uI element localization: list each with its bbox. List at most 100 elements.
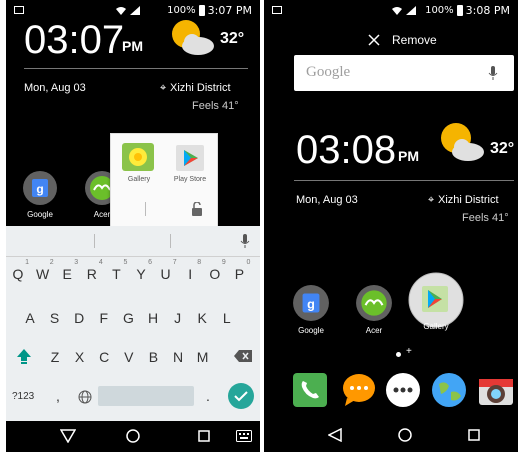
popup-label: Gallery — [127, 176, 151, 183]
key-e[interactable]: E3 — [59, 259, 79, 282]
backspace-key-icon[interactable] — [234, 350, 252, 362]
popup-item-gallery[interactable]: Gallery — [121, 142, 157, 192]
widget-location: Xizhi District — [170, 82, 231, 94]
page-dot-active — [396, 352, 401, 357]
navigation-bar — [264, 418, 518, 452]
key-hint: 8 — [197, 259, 202, 266]
key-k[interactable]: K — [194, 310, 210, 326]
app-google[interactable]: g Google — [292, 284, 330, 336]
key-w[interactable]: W2 — [35, 259, 54, 282]
clock-time: 03:07 — [24, 18, 125, 62]
battery-icon — [456, 5, 463, 16]
sun-cloud-icon — [172, 20, 214, 55]
key-hint: 7 — [172, 259, 177, 266]
page-indicator: + — [388, 346, 428, 360]
close-icon — [368, 34, 380, 46]
key-hint: 2 — [49, 259, 54, 266]
comma-key[interactable]: , — [56, 388, 60, 404]
key-g[interactable]: G — [120, 310, 136, 326]
key-o[interactable]: O9 — [207, 259, 225, 282]
app-acer[interactable]: Acer — [355, 284, 393, 336]
navigation-bar — [6, 422, 260, 452]
clock-weather-widget[interactable]: 03:07 PM 32° Mon, Aug 03 ⌖ Xizhi Distric… — [24, 18, 254, 118]
phone-icon[interactable] — [292, 372, 328, 408]
key-r[interactable]: R4 — [84, 259, 103, 282]
app-popup: Gallery Play Store — [110, 133, 218, 228]
signal-icon — [406, 6, 417, 15]
key-n[interactable]: N — [170, 349, 186, 365]
phone-screen-left: 100% 3:07 PM 03:07 PM 32° Mon, Aug 03 ⌖ … — [6, 0, 260, 452]
key-y[interactable]: Y6 — [133, 259, 152, 282]
key-d[interactable]: D — [71, 310, 87, 326]
key-q[interactable]: Q1 — [10, 259, 29, 282]
back-icon[interactable] — [328, 428, 342, 442]
back-icon[interactable] — [60, 429, 76, 443]
recents-icon[interactable] — [198, 430, 210, 442]
battery-icon — [198, 5, 205, 16]
clock-weather-widget[interactable]: 03:08 PM 32° Mon, Aug 03 ⌖ Xizhi Distric… — [294, 118, 514, 228]
spacebar[interactable] — [98, 386, 194, 406]
popup-item-play-store[interactable]: Play Store — [169, 142, 211, 192]
period-key[interactable]: . — [206, 388, 210, 404]
key-v[interactable]: V — [121, 349, 137, 365]
home-icon[interactable] — [126, 429, 140, 443]
enter-key-icon[interactable] — [228, 383, 254, 409]
key-hint: 9 — [221, 259, 226, 266]
recents-icon[interactable] — [468, 429, 480, 441]
browser-icon[interactable] — [431, 372, 467, 408]
key-a[interactable]: A — [22, 310, 38, 326]
key-l[interactable]: L — [219, 310, 235, 326]
app-google[interactable]: g Google — [22, 170, 58, 222]
key-z[interactable]: Z — [47, 349, 63, 365]
popup-label: Play Store — [173, 176, 207, 183]
globe-key-icon[interactable] — [78, 390, 92, 404]
key-m[interactable]: M — [195, 349, 211, 365]
key-s[interactable]: S — [47, 310, 63, 326]
app-drawer-icon[interactable] — [385, 372, 421, 408]
gallery-icon — [122, 143, 154, 171]
key-hint: 3 — [74, 259, 79, 266]
app-gallery-dragging[interactable]: Gallery — [408, 272, 464, 336]
search-placeholder: Google — [306, 64, 351, 80]
temperature: 32° — [490, 140, 515, 157]
symbols-key[interactable]: ?123 — [12, 391, 34, 402]
home-icon[interactable] — [398, 428, 412, 442]
app-label: Google — [27, 210, 53, 219]
widget-divider — [294, 180, 514, 181]
key-x[interactable]: X — [72, 349, 88, 365]
keyboard-switch-icon[interactable] — [236, 430, 252, 442]
key-t[interactable]: T5 — [108, 259, 127, 282]
camera-icon[interactable] — [478, 372, 514, 408]
key-u[interactable]: U7 — [158, 259, 177, 282]
lock-open-icon[interactable] — [191, 202, 203, 216]
google-app-icon: g — [293, 285, 329, 321]
key-h[interactable]: H — [145, 310, 161, 326]
widget-date: Mon, Aug 03 — [296, 194, 358, 206]
messaging-icon[interactable] — [341, 372, 377, 408]
wifi-icon — [392, 6, 403, 15]
key-i[interactable]: I8 — [182, 259, 201, 282]
acer-app-icon — [356, 285, 392, 321]
key-j[interactable]: J — [170, 310, 186, 326]
key-hint: 5 — [123, 259, 128, 266]
add-page-indicator: + — [406, 346, 412, 357]
microphone-icon[interactable] — [488, 66, 498, 80]
map-pin-icon: ⌖ — [160, 82, 167, 94]
key-f[interactable]: F — [96, 310, 112, 326]
sun-cloud-icon — [441, 123, 484, 161]
svg-text:g: g — [36, 182, 43, 196]
shift-key-icon[interactable] — [16, 348, 32, 364]
key-hint: 6 — [148, 259, 152, 266]
widget-feels: Feels 41° — [192, 100, 239, 112]
image-notification-icon — [272, 6, 282, 14]
wifi-icon — [116, 6, 127, 15]
clock-time: 03:08 — [296, 128, 397, 172]
google-search-bar[interactable]: Google — [294, 55, 514, 91]
widget-date: Mon, Aug 03 — [24, 82, 86, 94]
key-c[interactable]: C — [96, 349, 112, 365]
key-p[interactable]: P0 — [231, 259, 251, 282]
microphone-icon[interactable] — [240, 234, 250, 248]
clock-ampm: PM — [398, 148, 419, 164]
key-b[interactable]: B — [145, 349, 161, 365]
app-label: Google — [298, 326, 324, 335]
